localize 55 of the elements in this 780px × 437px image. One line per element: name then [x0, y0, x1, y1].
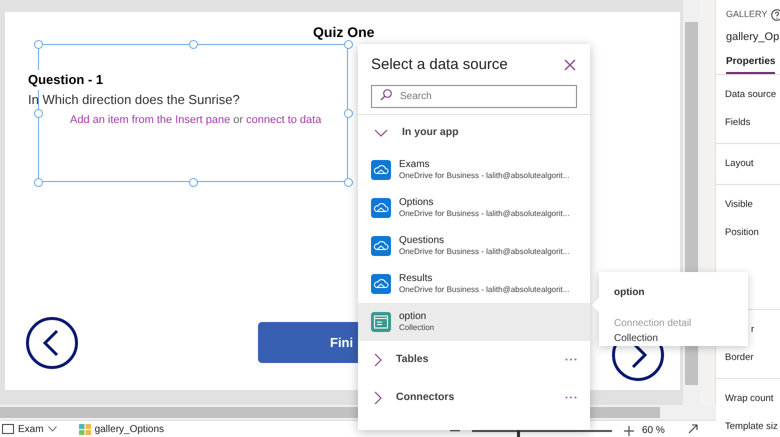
resize-handle[interactable] — [344, 178, 353, 187]
section-header[interactable]: Connectors — [358, 378, 590, 416]
resize-handle[interactable] — [189, 40, 198, 49]
property-label[interactable]: Data source — [725, 81, 780, 109]
search-icon — [380, 88, 392, 100]
search-field[interactable]: Search — [371, 84, 577, 108]
screen-title: Quiz One — [313, 23, 374, 42]
tooltip-value: Collection — [614, 332, 659, 346]
properties-tab[interactable]: Properties — [726, 54, 776, 74]
panel-title: Select a data source — [371, 55, 508, 75]
resize-handle[interactable] — [189, 178, 198, 187]
data-source-item[interactable]: Exams OneDrive for Business - lalith@absolutealgorit... — [358, 150, 590, 188]
section-header[interactable]: In your app — [358, 114, 590, 150]
insert-pane-link[interactable]: Add an item from the Insert pane — [70, 114, 230, 126]
control-name: gallery_Op — [725, 30, 780, 44]
data-source-item[interactable]: Options OneDrive for Business - lalith@absolutealgorit... — [358, 188, 590, 226]
gallery-icon — [78, 424, 91, 434]
question-label: Question - 1 — [28, 70, 104, 90]
resize-handle[interactable] — [344, 40, 353, 49]
tooltip-label: Connection detail — [614, 317, 692, 331]
screen-icon — [2, 424, 14, 434]
expand-icon[interactable] — [688, 424, 698, 434]
resize-handle[interactable] — [344, 109, 353, 118]
tooltip-title: option — [614, 286, 646, 300]
cloud-icon — [371, 160, 391, 180]
chevron-down-icon — [48, 426, 57, 432]
control-tab[interactable]: gallery_Options — [94, 422, 164, 436]
collection-icon — [371, 312, 391, 332]
data-source-item[interactable]: option Collection — [358, 302, 590, 340]
more-icon[interactable] — [565, 358, 577, 361]
resize-handle[interactable] — [34, 109, 43, 118]
control-type-label: GALLERY — [726, 8, 768, 21]
data-source-item[interactable]: Questions OneDrive for Business - lalith@absolutealgorit... — [358, 226, 590, 264]
property-label[interactable]: Visible — [725, 191, 780, 219]
property-label[interactable]: Position — [725, 219, 780, 247]
zoom-in-icon[interactable] — [624, 426, 634, 436]
property-label[interactable]: Wrap count — [725, 385, 780, 413]
resize-handle[interactable] — [34, 178, 43, 187]
resize-handle[interactable] — [34, 40, 43, 49]
screen-tab[interactable]: Exam — [18, 422, 44, 436]
connect-data-link[interactable]: connect to data — [246, 114, 322, 126]
property-label[interactable]: Template siz — [725, 413, 780, 437]
cloud-icon — [371, 274, 391, 294]
property-label[interactable]: Fields — [725, 109, 780, 137]
property-label[interactable]: Border — [725, 344, 780, 372]
gallery-hint: Add an item from the Insert pane or connect to data — [70, 113, 322, 128]
close-icon[interactable] — [564, 59, 576, 72]
cloud-icon — [371, 236, 391, 256]
help-icon — [771, 8, 780, 21]
zoom-reading: 60 % — [642, 424, 665, 437]
property-label[interactable]: Layout — [725, 150, 780, 178]
more-icon[interactable] — [565, 396, 577, 399]
cloud-icon — [371, 198, 391, 218]
question-text: In Which direction does the Sunrise? — [28, 92, 240, 108]
data-source-item[interactable]: Results OneDrive for Business - lalith@absolutealgorit... — [358, 264, 590, 302]
